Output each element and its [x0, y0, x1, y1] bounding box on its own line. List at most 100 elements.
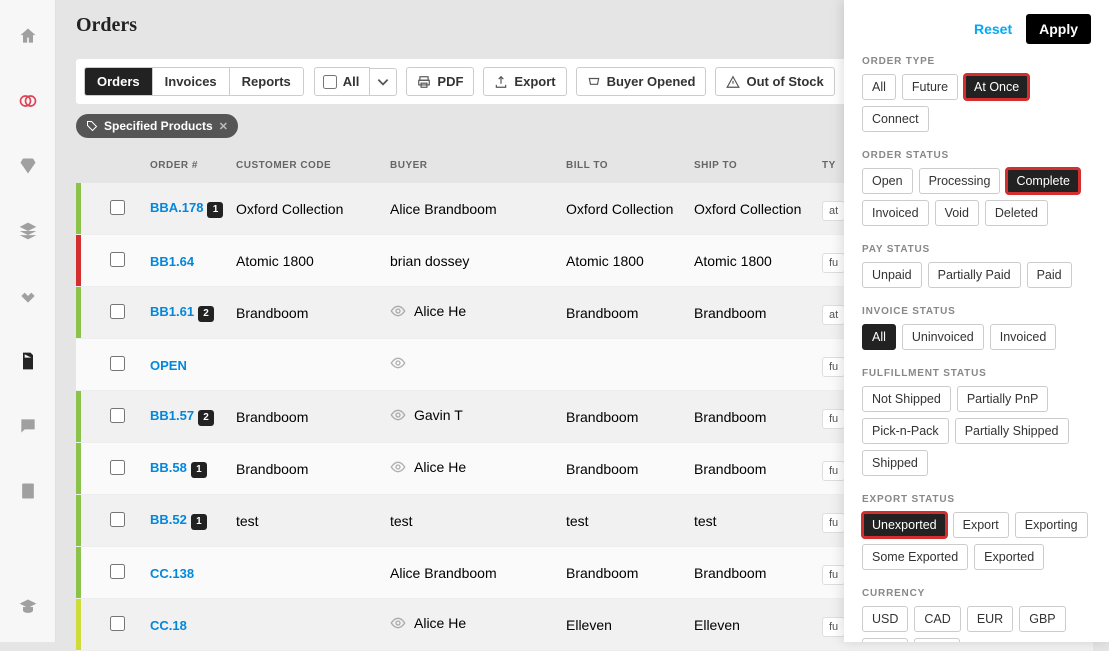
filter-pill[interactable]: Paid [1027, 262, 1072, 288]
select-all-button[interactable]: All [314, 67, 371, 96]
nav-sidebar [0, 0, 56, 642]
order-link[interactable]: BB1.61 [150, 304, 194, 319]
filter-section: CURRENCY USDCAD EURGBP NZD AUD [862, 588, 1091, 642]
filter-pill[interactable]: Export [953, 512, 1009, 538]
filter-pill[interactable]: Uninvoiced [902, 324, 984, 350]
filter-pill[interactable]: AUD [914, 638, 960, 642]
select-all-dropdown[interactable] [370, 68, 397, 96]
col-order[interactable]: ORDER # [144, 160, 230, 171]
out-of-stock-button[interactable]: Out of Stock [715, 67, 834, 96]
filter-pill[interactable]: GBP [1019, 606, 1065, 632]
section-title: EXPORT STATUS [862, 494, 1091, 505]
order-link[interactable]: BB.58 [150, 460, 187, 475]
order-link[interactable]: CC.138 [150, 566, 194, 581]
filter-pill[interactable]: Partially Paid [928, 262, 1021, 288]
filter-pill[interactable]: Exported [974, 544, 1044, 570]
row-checkbox[interactable] [110, 408, 125, 423]
filter-chip[interactable]: Specified Products ✕ [76, 114, 238, 138]
filter-pill[interactable]: Processing [919, 168, 1001, 194]
home-icon[interactable] [18, 26, 38, 51]
cell-ship: test [688, 513, 816, 529]
filter-pill[interactable]: Exporting [1015, 512, 1088, 538]
row-checkbox[interactable] [110, 512, 125, 527]
cell-buyer: Alice He [384, 615, 560, 634]
col-ship[interactable]: SHIP TO [688, 160, 816, 171]
cell-bill: Atomic 1800 [560, 253, 688, 269]
filter-pill[interactable]: Complete [1006, 168, 1080, 194]
orders-icon[interactable] [18, 351, 38, 376]
filter-pill[interactable]: Partially PnP [957, 386, 1049, 412]
row-checkbox[interactable] [110, 564, 125, 579]
graduation-icon[interactable] [18, 597, 38, 622]
handshake-icon[interactable] [18, 286, 38, 311]
order-link[interactable]: CC.18 [150, 618, 187, 633]
cell-ship: Brandboom [688, 305, 816, 321]
diamond-icon[interactable] [18, 156, 38, 181]
apply-button[interactable]: Apply [1026, 14, 1091, 44]
col-buyer[interactable]: BUYER [384, 160, 560, 171]
row-checkbox[interactable] [110, 252, 125, 267]
filter-pill[interactable]: Unexported [862, 512, 947, 538]
tab-orders[interactable]: Orders [85, 68, 153, 95]
brand-logo-icon[interactable] [18, 91, 38, 116]
contact-icon[interactable] [18, 481, 38, 506]
filter-pill[interactable]: Unpaid [862, 262, 922, 288]
buyer-opened-button[interactable]: Buyer Opened [576, 67, 707, 96]
status-edge [76, 599, 81, 650]
filter-pill[interactable]: Partially Shipped [955, 418, 1069, 444]
row-checkbox[interactable] [110, 200, 125, 215]
filter-pill[interactable]: Pick-n-Pack [862, 418, 949, 444]
filter-section: ORDER STATUSOpenProcessingCompleteInvoic… [862, 150, 1091, 226]
order-link[interactable]: BBA.178 [150, 200, 203, 215]
col-bill[interactable]: BILL TO [560, 160, 688, 171]
cell-bill: Brandboom [560, 461, 688, 477]
col-customer[interactable]: CUSTOMER CODE [230, 160, 384, 171]
cell-ship: Brandboom [688, 461, 816, 477]
order-link[interactable]: OPEN [150, 358, 187, 373]
filter-pill[interactable]: NZD [862, 638, 908, 642]
section-title: FULFILLMENT STATUS [862, 368, 1091, 379]
tab-reports[interactable]: Reports [230, 68, 303, 95]
filter-pill[interactable]: Some Exported [862, 544, 968, 570]
filter-pill[interactable]: EUR [967, 606, 1013, 632]
section-title: CURRENCY [862, 588, 1091, 599]
filter-pill[interactable]: CAD [914, 606, 960, 632]
select-all-checkbox[interactable] [323, 75, 337, 89]
filter-pill[interactable]: Invoiced [862, 200, 929, 226]
filter-pill[interactable]: Shipped [862, 450, 928, 476]
filter-pill[interactable]: All [862, 324, 896, 350]
row-checkbox[interactable] [110, 616, 125, 631]
row-checkbox[interactable] [110, 304, 125, 319]
filter-pill[interactable]: Open [862, 168, 913, 194]
cell-bill: test [560, 513, 688, 529]
print-icon [417, 75, 431, 89]
filter-pill[interactable]: Void [935, 200, 979, 226]
row-checkbox[interactable] [110, 356, 125, 371]
order-link[interactable]: BB1.64 [150, 254, 194, 269]
row-checkbox[interactable] [110, 460, 125, 475]
cell-buyer: Alice Brandboom [384, 565, 560, 581]
reset-button[interactable]: Reset [974, 21, 1012, 37]
filter-pill[interactable]: At Once [964, 74, 1029, 100]
tab-invoices[interactable]: Invoices [153, 68, 230, 95]
export-icon [494, 75, 508, 89]
filter-pill[interactable]: Invoiced [990, 324, 1057, 350]
pdf-button[interactable]: PDF [406, 67, 474, 96]
cell-customer: Atomic 1800 [230, 253, 384, 269]
chip-remove[interactable]: ✕ [219, 120, 228, 133]
filter-pill[interactable]: Connect [862, 106, 929, 132]
filter-pill[interactable]: All [862, 74, 896, 100]
filter-pill[interactable]: Deleted [985, 200, 1048, 226]
filter-pill[interactable]: Future [902, 74, 958, 100]
cell-customer: Brandboom [230, 305, 384, 321]
order-link[interactable]: BB.52 [150, 512, 187, 527]
chat-icon[interactable] [18, 416, 38, 441]
layers-icon[interactable] [18, 221, 38, 246]
cell-buyer: Alice Brandboom [384, 201, 560, 217]
filter-pill[interactable]: Not Shipped [862, 386, 951, 412]
order-link[interactable]: BB1.57 [150, 408, 194, 423]
filter-pill[interactable]: USD [862, 606, 908, 632]
export-button[interactable]: Export [483, 67, 566, 96]
section-title: ORDER TYPE [862, 56, 1091, 67]
cell-customer: test [230, 513, 384, 529]
